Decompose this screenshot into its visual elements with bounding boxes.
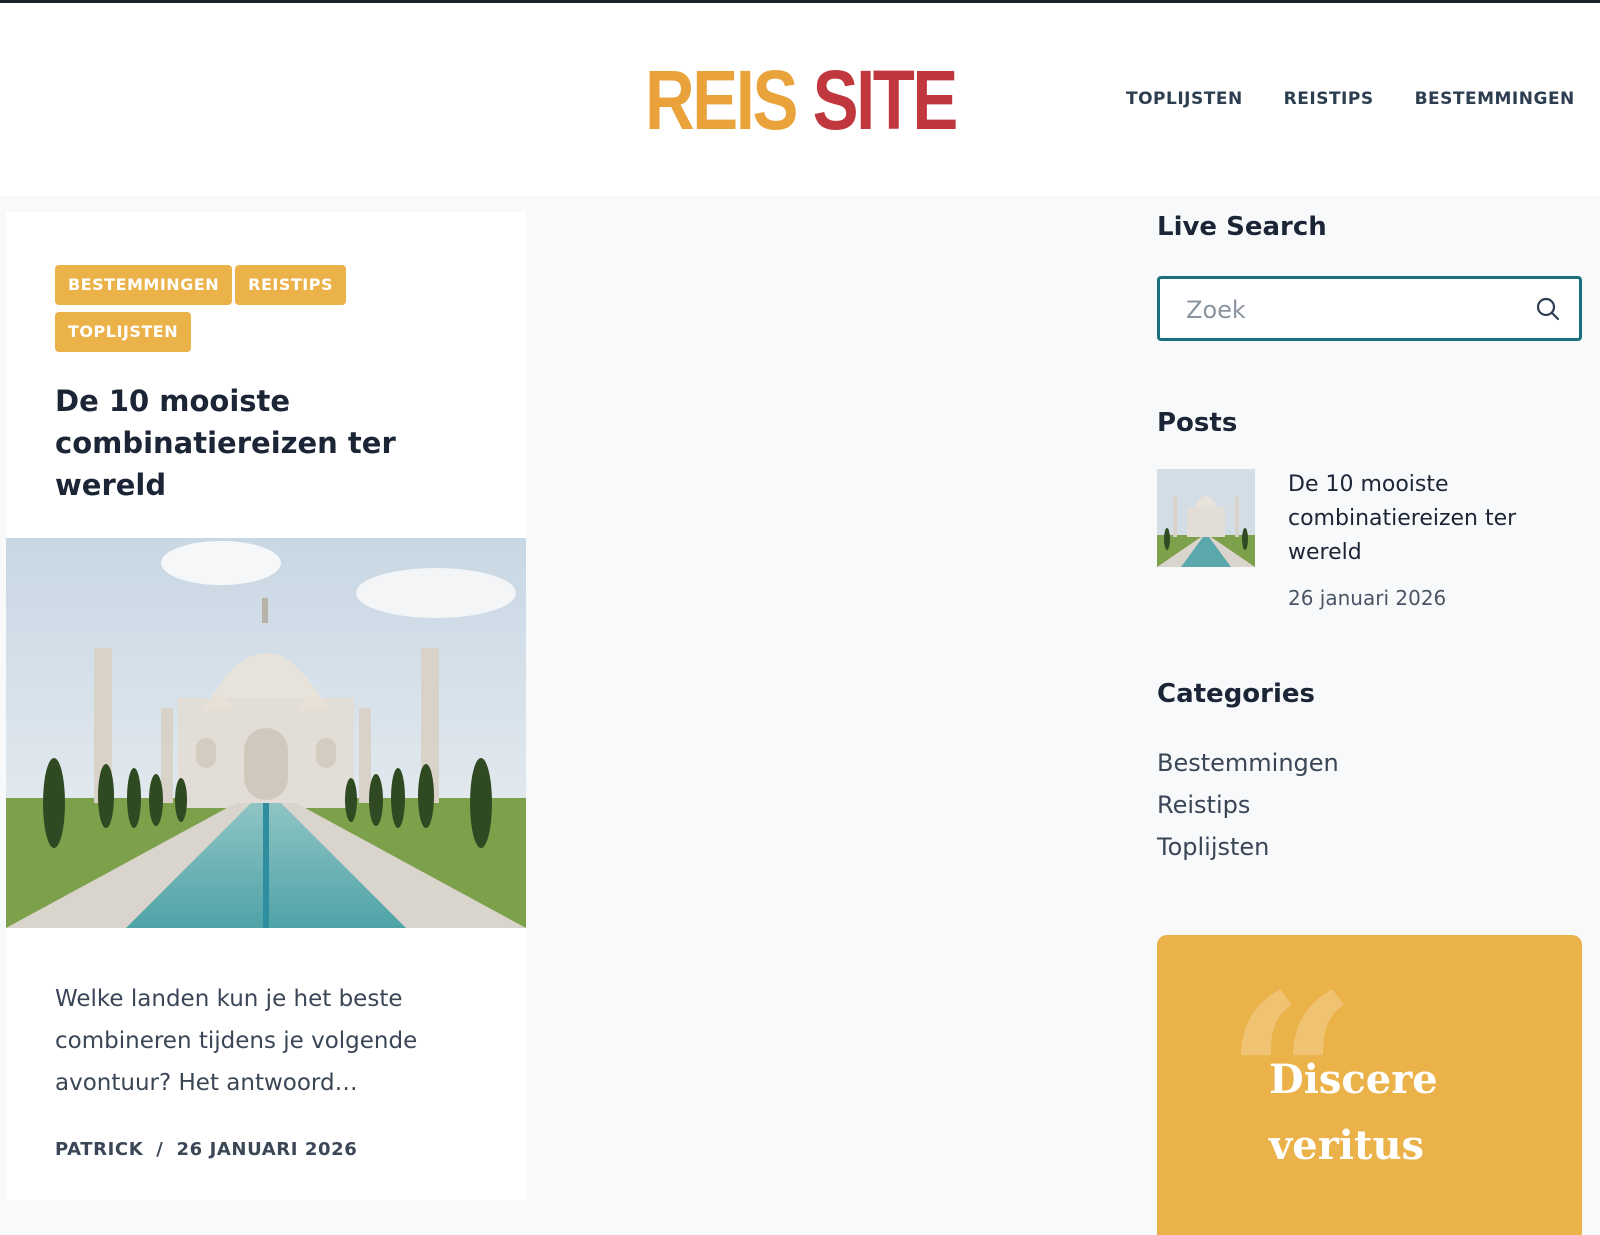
site-logo[interactable]: REIS SITE: [645, 53, 958, 147]
nav-bestemmingen[interactable]: BESTEMMINGEN: [1415, 89, 1575, 109]
post-date: 26 JANUARI 2026: [176, 1139, 358, 1160]
tag-bestemmingen[interactable]: BESTEMMINGEN: [55, 265, 233, 305]
category-toplijsten[interactable]: Toplijsten: [1157, 826, 1339, 868]
search-icon[interactable]: [1535, 296, 1561, 322]
category-list: Bestemmingen Reistips Toplijsten: [1157, 742, 1339, 868]
post-card: BESTEMMINGEN REISTIPS TOPLIJSTEN De 10 moo…: [6, 212, 526, 1200]
recent-post-date: 26 januari 2026: [1288, 586, 1447, 610]
site-header: REIS SITE TOPLIJSTEN REISTIPS BESTEMMING…: [0, 3, 1600, 196]
recent-post-thumbnail[interactable]: [1157, 469, 1255, 567]
main-nav: TOPLIJSTEN REISTIPS BESTEMMINGEN: [1126, 89, 1575, 109]
meta-separator: /: [156, 1139, 164, 1160]
search-box: [1157, 276, 1582, 341]
post-featured-image[interactable]: [6, 538, 526, 928]
post-excerpt: Welke landen kun je het beste combineren…: [55, 986, 418, 1096]
quote-widget: “ Discere veritus: [1157, 935, 1582, 1235]
live-search-title: Live Search: [1157, 212, 1327, 242]
sidebar: Live Search Posts De 10 mooiste combinat…: [1157, 212, 1582, 1235]
categories-title: Categories: [1157, 679, 1316, 709]
category-bestemmingen[interactable]: Bestemmingen: [1157, 742, 1339, 784]
category-reistips[interactable]: Reistips: [1157, 784, 1339, 826]
tag-toplijsten[interactable]: TOPLIJSTEN: [55, 312, 192, 352]
post-tags: BESTEMMINGEN REISTIPS TOPLIJSTEN: [55, 265, 385, 359]
logo-word-reis: REIS: [645, 53, 798, 147]
recent-post-link[interactable]: De 10 mooiste combinatiereizen ter werel…: [1288, 468, 1568, 570]
logo-word-site: SITE: [812, 53, 959, 147]
nav-toplijsten[interactable]: TOPLIJSTEN: [1126, 89, 1243, 109]
post-author[interactable]: PATRICK: [55, 1139, 143, 1160]
posts-widget-title: Posts: [1157, 408, 1238, 438]
nav-reistips[interactable]: REISTIPS: [1284, 89, 1374, 109]
post-title[interactable]: De 10 mooiste combinatiereizen ter werel…: [55, 380, 475, 506]
post-meta: PATRICK / 26 JANUARI 2026: [55, 1139, 357, 1160]
tag-reistips[interactable]: REISTIPS: [235, 265, 346, 305]
quote-text: Discere veritus: [1269, 1056, 1438, 1169]
search-input[interactable]: [1184, 279, 1528, 340]
